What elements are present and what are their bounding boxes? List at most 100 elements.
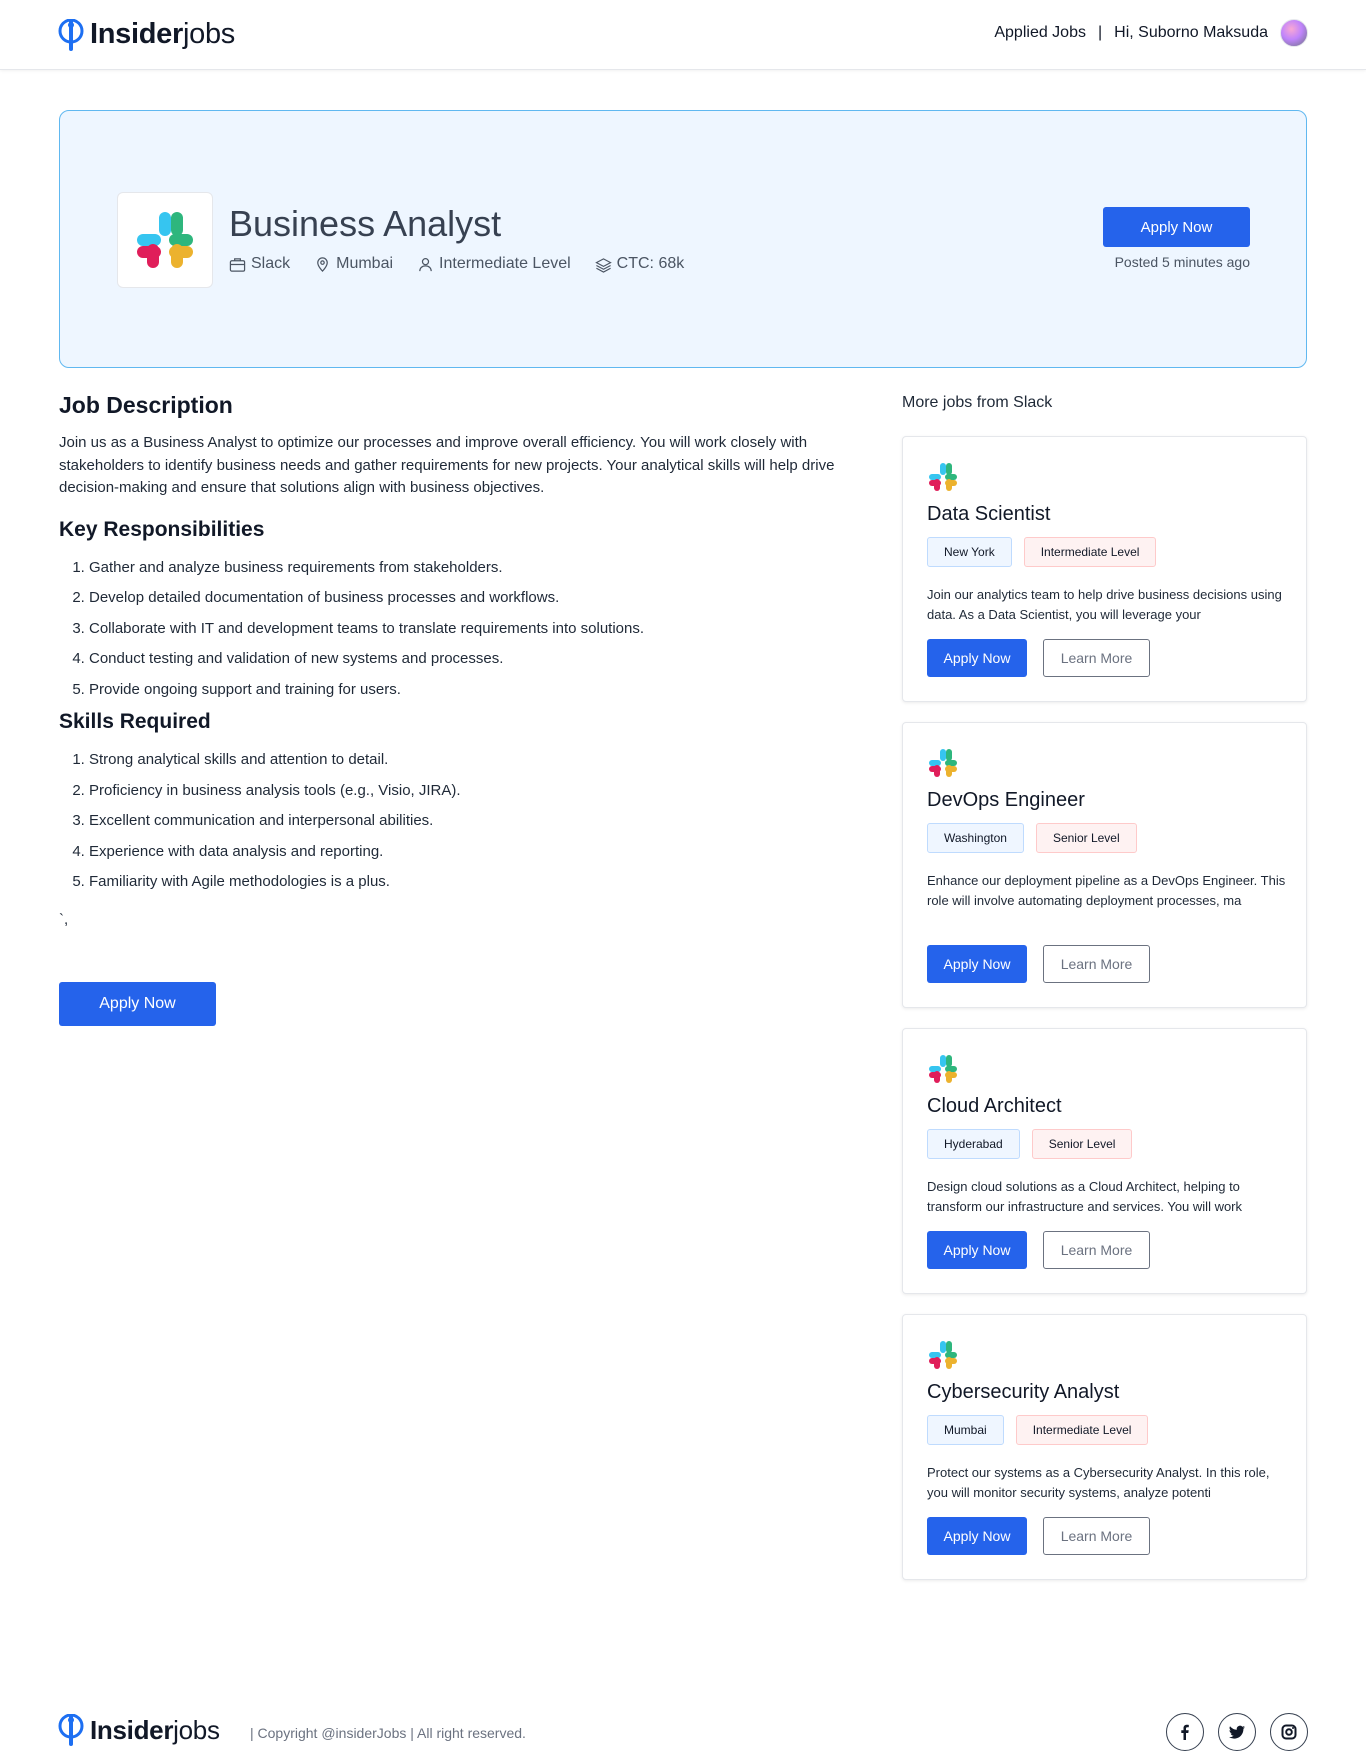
company-meta: Slack xyxy=(229,255,290,273)
company-logo xyxy=(117,192,213,288)
responsibilities-heading: Key Responsibilities xyxy=(59,517,265,541)
list-item: Strong analytical skills and attention t… xyxy=(89,750,839,781)
job-card-tags: Mumbai Intermediate Level xyxy=(927,1415,1149,1445)
location-tag: Hyderabad xyxy=(927,1129,1020,1159)
job-meta: Slack Mumbai Intermediate Level CTC: 68k xyxy=(229,255,684,273)
job-description-heading: Job Description xyxy=(59,392,233,418)
responsibilities-list: Gather and analyze business requirements… xyxy=(59,558,839,711)
location-tag: Mumbai xyxy=(927,1415,1004,1445)
brand-logo[interactable]: Insiderjobs xyxy=(58,18,235,51)
more-jobs-title: More jobs from Slack xyxy=(902,394,1053,411)
job-hero-card: Business Analyst Slack Mumbai Intermedia… xyxy=(59,110,1307,368)
job-title: Business Analyst xyxy=(229,203,502,244)
job-card: Data Scientist New York Intermediate Lev… xyxy=(902,436,1307,702)
level-tag: Intermediate Level xyxy=(1015,1415,1149,1445)
card-apply-button[interactable]: Apply Now xyxy=(927,945,1027,983)
card-learn-more-button[interactable]: Learn More xyxy=(1043,1517,1150,1555)
list-item: Gather and analyze business requirements… xyxy=(89,558,839,589)
user-avatar[interactable] xyxy=(1280,19,1308,47)
nav-separator: | xyxy=(1097,24,1103,41)
job-card-actions: Apply Now Learn More xyxy=(927,639,1150,677)
level-tag: Senior Level xyxy=(1031,1129,1133,1159)
job-ctc: CTC: 68k xyxy=(616,255,685,272)
list-item: Conduct testing and validation of new sy… xyxy=(89,649,839,680)
card-learn-more-button[interactable]: Learn More xyxy=(1043,945,1150,983)
level-tag: Senior Level xyxy=(1035,823,1137,853)
job-card: Cloud Architect Hyderabad Senior Level D… xyxy=(902,1028,1307,1294)
user-greeting: Hi, Suborno Maksuda xyxy=(1114,24,1268,41)
job-description-text: Join us as a Business Analyst to optimiz… xyxy=(59,434,835,496)
job-card-tags: Washington Senior Level xyxy=(927,823,1137,853)
facebook-link[interactable] xyxy=(1166,1713,1204,1751)
hero-apply-button[interactable]: Apply Now xyxy=(1103,207,1250,247)
job-location: Mumbai xyxy=(336,255,394,272)
copyright-text: | Copyright @insiderJobs | All right res… xyxy=(250,1725,526,1741)
location-meta: Mumbai xyxy=(314,255,393,273)
slack-logo-icon xyxy=(929,1055,957,1083)
list-item: Proficiency in business analysis tools (… xyxy=(89,781,839,812)
facebook-icon xyxy=(1181,1724,1189,1740)
slack-logo-icon xyxy=(929,463,957,491)
job-card-description: Design cloud solutions as a Cloud Archit… xyxy=(927,1179,1243,1214)
skills-heading: Skills Required xyxy=(59,710,211,733)
job-card-actions: Apply Now Learn More xyxy=(927,1517,1150,1555)
bottom-apply-button[interactable]: Apply Now xyxy=(59,981,216,1026)
job-details: Job Description Join us as a Business An… xyxy=(59,392,839,1026)
posted-time: Posted 5 minutes ago xyxy=(1114,254,1250,270)
footer: Insiderjobs | Copyright @insiderJobs | A… xyxy=(0,1700,1366,1762)
job-card-description: Protect our systems as a Cybersecurity A… xyxy=(927,1465,1270,1500)
brand-wordmark: Insiderjobs xyxy=(90,1714,220,1745)
twitter-icon xyxy=(1229,1725,1245,1739)
job-card-actions: Apply Now Learn More xyxy=(927,945,1150,983)
level-meta: Intermediate Level xyxy=(417,255,571,273)
stray-text: `, xyxy=(59,910,69,928)
location-tag: New York xyxy=(927,537,1012,567)
job-card: Cybersecurity Analyst Mumbai Intermediat… xyxy=(902,1314,1307,1580)
brand-mark-icon xyxy=(58,1714,84,1746)
card-learn-more-button[interactable]: Learn More xyxy=(1043,1231,1150,1269)
card-apply-button[interactable]: Apply Now xyxy=(927,1231,1027,1269)
location-tag: Washington xyxy=(927,823,1024,853)
job-card-title[interactable]: DevOps Engineer xyxy=(927,789,1085,812)
money-stack-icon xyxy=(594,257,612,273)
briefcase-icon xyxy=(229,257,246,272)
company-name: Slack xyxy=(251,255,291,272)
list-item: Develop detailed documentation of busine… xyxy=(89,588,839,619)
list-item: Excellent communication and interpersona… xyxy=(89,811,839,842)
card-apply-button[interactable]: Apply Now xyxy=(927,639,1027,677)
location-pin-icon xyxy=(317,256,328,272)
list-item: Experience with data analysis and report… xyxy=(89,842,839,873)
twitter-link[interactable] xyxy=(1218,1713,1256,1751)
user-nav: Applied Jobs | Hi, Suborno Maksuda xyxy=(994,19,1308,47)
job-card-description: Enhance our deployment pipeline as a Dev… xyxy=(927,873,1286,908)
more-jobs-sidebar: More jobs from Slack Data Scientist New … xyxy=(902,394,1307,1580)
job-card-title[interactable]: Data Scientist xyxy=(927,503,1050,526)
instagram-icon xyxy=(1281,1724,1297,1740)
top-navbar: Insiderjobs Applied Jobs | Hi, Suborno M… xyxy=(0,0,1366,70)
applied-jobs-link[interactable]: Applied Jobs xyxy=(994,24,1086,42)
job-card-description: Join our analytics team to help drive bu… xyxy=(927,587,1282,622)
footer-brand-logo[interactable]: Insiderjobs xyxy=(58,1714,220,1746)
brand-wordmark: Insiderjobs xyxy=(90,18,235,50)
job-card-tags: Hyderabad Senior Level xyxy=(927,1129,1133,1159)
card-apply-button[interactable]: Apply Now xyxy=(927,1517,1027,1555)
person-icon xyxy=(419,257,432,271)
slack-logo-icon xyxy=(929,1341,957,1369)
card-learn-more-button[interactable]: Learn More xyxy=(1043,639,1150,677)
slack-logo-icon xyxy=(929,749,957,777)
social-links xyxy=(1166,1713,1308,1751)
job-card-tags: New York Intermediate Level xyxy=(927,537,1157,567)
instagram-link[interactable] xyxy=(1270,1713,1308,1751)
skills-list: Strong analytical skills and attention t… xyxy=(59,750,839,903)
brand-mark-icon xyxy=(58,18,84,51)
level-tag: Intermediate Level xyxy=(1023,537,1157,567)
list-item: Familiarity with Agile methodologies is … xyxy=(89,872,839,903)
job-level: Intermediate Level xyxy=(439,255,571,272)
slack-logo-icon xyxy=(137,212,193,268)
job-card-title[interactable]: Cloud Architect xyxy=(927,1095,1062,1118)
job-card: DevOps Engineer Washington Senior Level … xyxy=(902,722,1307,1008)
list-item: Collaborate with IT and development team… xyxy=(89,619,839,650)
ctc-meta: CTC: 68k xyxy=(594,255,685,273)
list-item: Provide ongoing support and training for… xyxy=(89,680,839,711)
job-card-title[interactable]: Cybersecurity Analyst xyxy=(927,1381,1119,1404)
